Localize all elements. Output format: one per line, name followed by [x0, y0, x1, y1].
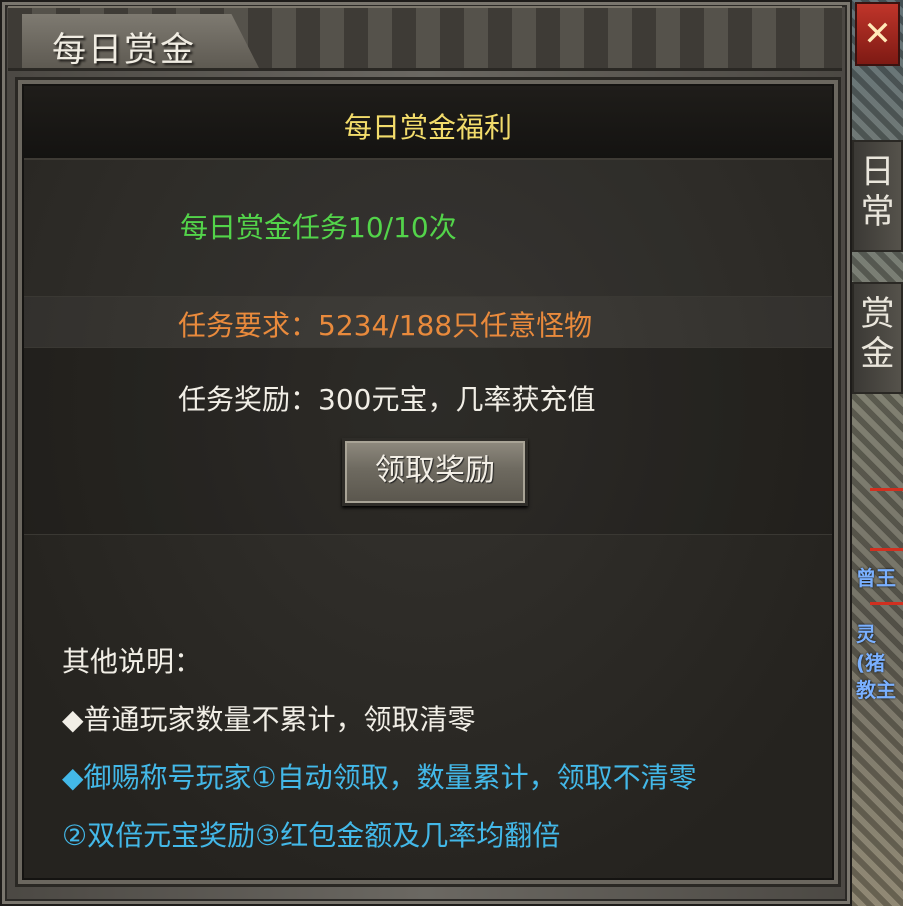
- note-vip-bonus: ②双倍元宝奖励③红包金额及几率均翻倍: [62, 819, 561, 852]
- note-normal-player: ◆普通玩家数量不累计，领取清零: [62, 703, 476, 736]
- scene-name-tag: 曾王: [856, 566, 896, 590]
- scene-health-bar: [870, 548, 903, 551]
- window-title: 每日赏金: [52, 30, 196, 70]
- note-vip-player: ◆御赐称号玩家①自动领取，数量累计，领取不清零: [62, 761, 697, 794]
- scene-health-bar: [870, 602, 903, 605]
- panel-header: 每日赏金福利: [24, 86, 832, 160]
- title-bar: 每日赏金: [8, 6, 842, 71]
- game-scene-background: [850, 0, 903, 906]
- claim-reward-button[interactable]: 领取奖励: [342, 438, 528, 506]
- tab-daily[interactable]: 日常: [852, 140, 903, 252]
- bounty-window: 每日赏金 每日赏金福利 每日赏金任务10/10次 任务要求：5234/188只任…: [0, 0, 852, 906]
- task-reward-text: 任务奖励：300元宝，几率获充值: [178, 383, 596, 416]
- tab-daily-label: 日常: [860, 152, 895, 232]
- tab-bounty[interactable]: 赏金: [852, 282, 903, 394]
- tab-bounty-label: 赏金: [860, 294, 895, 374]
- task-requirement-text: 任务要求：5234/188只任意怪物: [178, 309, 593, 342]
- scene-name-tag: 灵(猪: [856, 622, 886, 675]
- close-button[interactable]: ✕: [855, 2, 900, 66]
- task-count-text: 每日赏金任务10/10次: [180, 211, 457, 244]
- scene-name-tag: 教主: [856, 678, 896, 702]
- notes-title: 其他说明：: [62, 645, 203, 678]
- scene-health-bar: [870, 488, 903, 491]
- close-icon: ✕: [863, 14, 892, 54]
- panel-title: 每日赏金福利: [343, 111, 512, 144]
- bounty-panel: 每日赏金福利 每日赏金任务10/10次 任务要求：5234/188只任意怪物 任…: [22, 84, 834, 880]
